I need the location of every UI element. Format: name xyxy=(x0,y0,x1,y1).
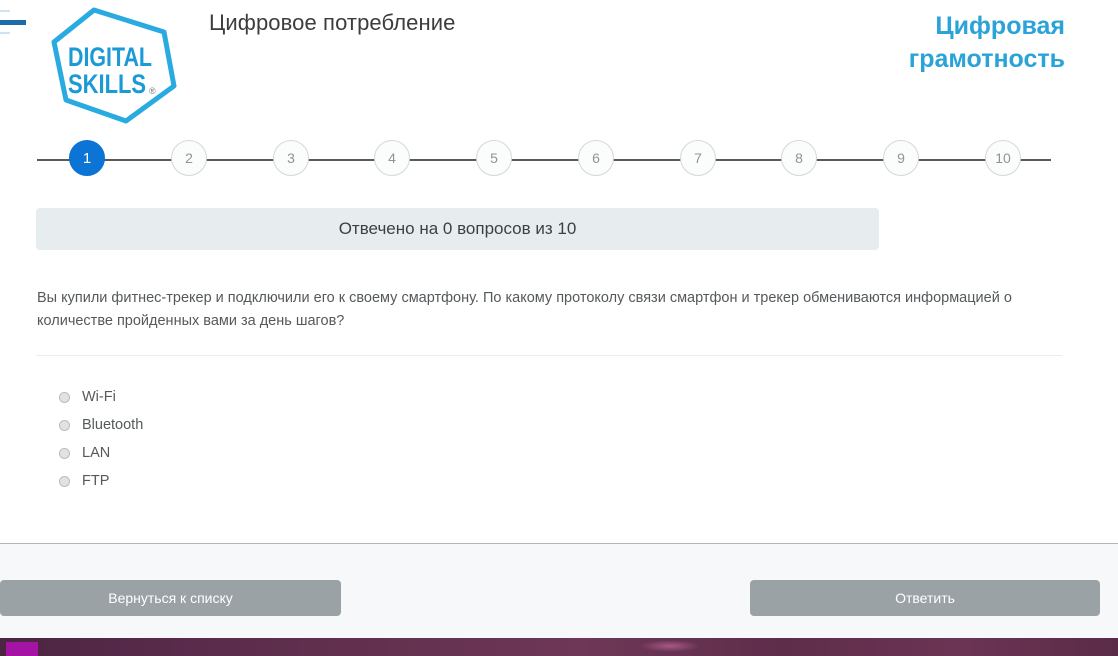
question-stepper: 1 2 3 4 5 6 7 8 9 10 xyxy=(0,140,1118,180)
progress-banner: Отвечено на 0 вопросов из 10 xyxy=(36,208,879,250)
background-magenta-block xyxy=(6,642,38,656)
radio-icon[interactable] xyxy=(59,391,70,403)
option-label: LAN xyxy=(82,445,111,461)
step-10[interactable]: 10 xyxy=(985,140,1021,176)
digital-skills-logo[interactable]: DIGITAL SKILLS ® xyxy=(46,4,180,126)
step-label: 10 xyxy=(995,150,1011,166)
option-label: Wi-Fi xyxy=(82,389,116,405)
option-lan[interactable]: LAN xyxy=(59,439,559,467)
logo-text-skills: SKILLS xyxy=(68,69,146,99)
step-1[interactable]: 1 xyxy=(69,140,105,176)
progress-text: Отвечено на 0 вопросов из 10 xyxy=(338,219,577,238)
logo-text-digital: DIGITAL xyxy=(68,42,152,72)
step-label: 7 xyxy=(694,150,702,166)
radio-icon[interactable] xyxy=(59,447,70,459)
step-label: 1 xyxy=(82,149,92,167)
brand-title: Цифровая грамотность xyxy=(908,12,1065,73)
question-divider xyxy=(36,355,1062,356)
page-header: DIGITAL SKILLS ® Цифровое потребление Ци… xyxy=(0,0,1118,130)
radio-icon[interactable] xyxy=(59,475,70,487)
step-6[interactable]: 6 xyxy=(578,140,614,176)
logo-registered-icon: ® xyxy=(149,86,156,96)
step-2[interactable]: 2 xyxy=(171,140,207,176)
submit-answer-button[interactable]: Ответить xyxy=(750,580,1100,616)
background-image-strip xyxy=(0,638,1118,656)
step-label: 2 xyxy=(185,150,193,166)
step-3[interactable]: 3 xyxy=(273,140,309,176)
page-title: Цифровое потребление xyxy=(209,10,456,35)
step-5[interactable]: 5 xyxy=(476,140,512,176)
option-label: FTP xyxy=(82,473,110,489)
radio-icon[interactable] xyxy=(59,419,70,431)
step-label: 6 xyxy=(592,150,600,166)
option-wifi[interactable]: Wi-Fi xyxy=(59,383,559,411)
back-to-list-button[interactable]: Вернуться к списку xyxy=(0,580,341,616)
option-ftp[interactable]: FTP xyxy=(59,467,559,495)
step-label: 9 xyxy=(897,150,905,166)
step-9[interactable]: 9 xyxy=(883,140,919,176)
option-bluetooth[interactable]: Bluetooth xyxy=(59,411,559,439)
background-glow-left xyxy=(640,640,700,652)
question-text: Вы купили фитнес-трекер и подключили его… xyxy=(37,290,1012,330)
step-label: 3 xyxy=(287,150,295,166)
option-label: Bluetooth xyxy=(82,417,144,433)
step-8[interactable]: 8 xyxy=(781,140,817,176)
step-4[interactable]: 4 xyxy=(374,140,410,176)
step-label: 4 xyxy=(388,150,396,166)
step-7[interactable]: 7 xyxy=(680,140,716,176)
step-label: 5 xyxy=(490,150,498,166)
answer-options: Wi-Fi Bluetooth LAN FTP xyxy=(59,383,559,495)
step-label: 8 xyxy=(795,150,803,166)
